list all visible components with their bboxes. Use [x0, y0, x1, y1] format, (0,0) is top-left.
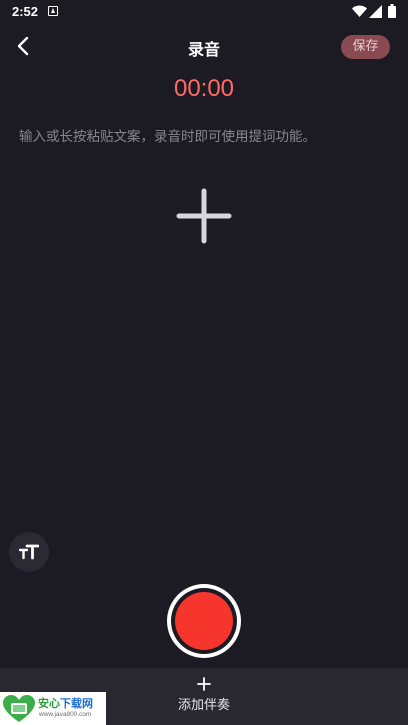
watermark-title-part1: 安心 [38, 697, 60, 710]
plus-icon [176, 188, 232, 244]
recording-timer: 00:00 [173, 75, 235, 102]
record-button[interactable] [167, 584, 241, 658]
wifi-icon [352, 5, 367, 17]
status-bar: 2:52 [0, 0, 408, 24]
status-time: 2:52 [12, 4, 39, 19]
battery-icon [388, 4, 396, 18]
watermark-logo-icon [3, 695, 35, 722]
watermark-url: www.java800.com [39, 711, 92, 718]
add-text-button[interactable] [176, 188, 232, 244]
record-ring [171, 588, 237, 654]
watermark-title: 安心下载网 [38, 695, 93, 711]
add-accompaniment-label: 添加伴奏 [177, 698, 230, 713]
font-size-button[interactable] [9, 532, 49, 572]
notification-app-icon [48, 6, 58, 16]
save-button[interactable]: 保存 [341, 35, 390, 59]
script-placeholder-hint[interactable]: 输入或长按粘贴文案，录音时即可使用提词功能。 [19, 125, 399, 145]
signal-icon [369, 5, 382, 18]
record-icon [175, 592, 233, 650]
watermark-title-part2: 下载网 [60, 697, 93, 710]
plus-icon [197, 677, 211, 691]
add-accompaniment-button[interactable]: 添加伴奏 [164, 677, 244, 721]
text-size-icon [19, 544, 39, 560]
watermark: 安心下载网 www.java800.com [0, 692, 106, 725]
header: 录音 保存 [0, 28, 408, 66]
